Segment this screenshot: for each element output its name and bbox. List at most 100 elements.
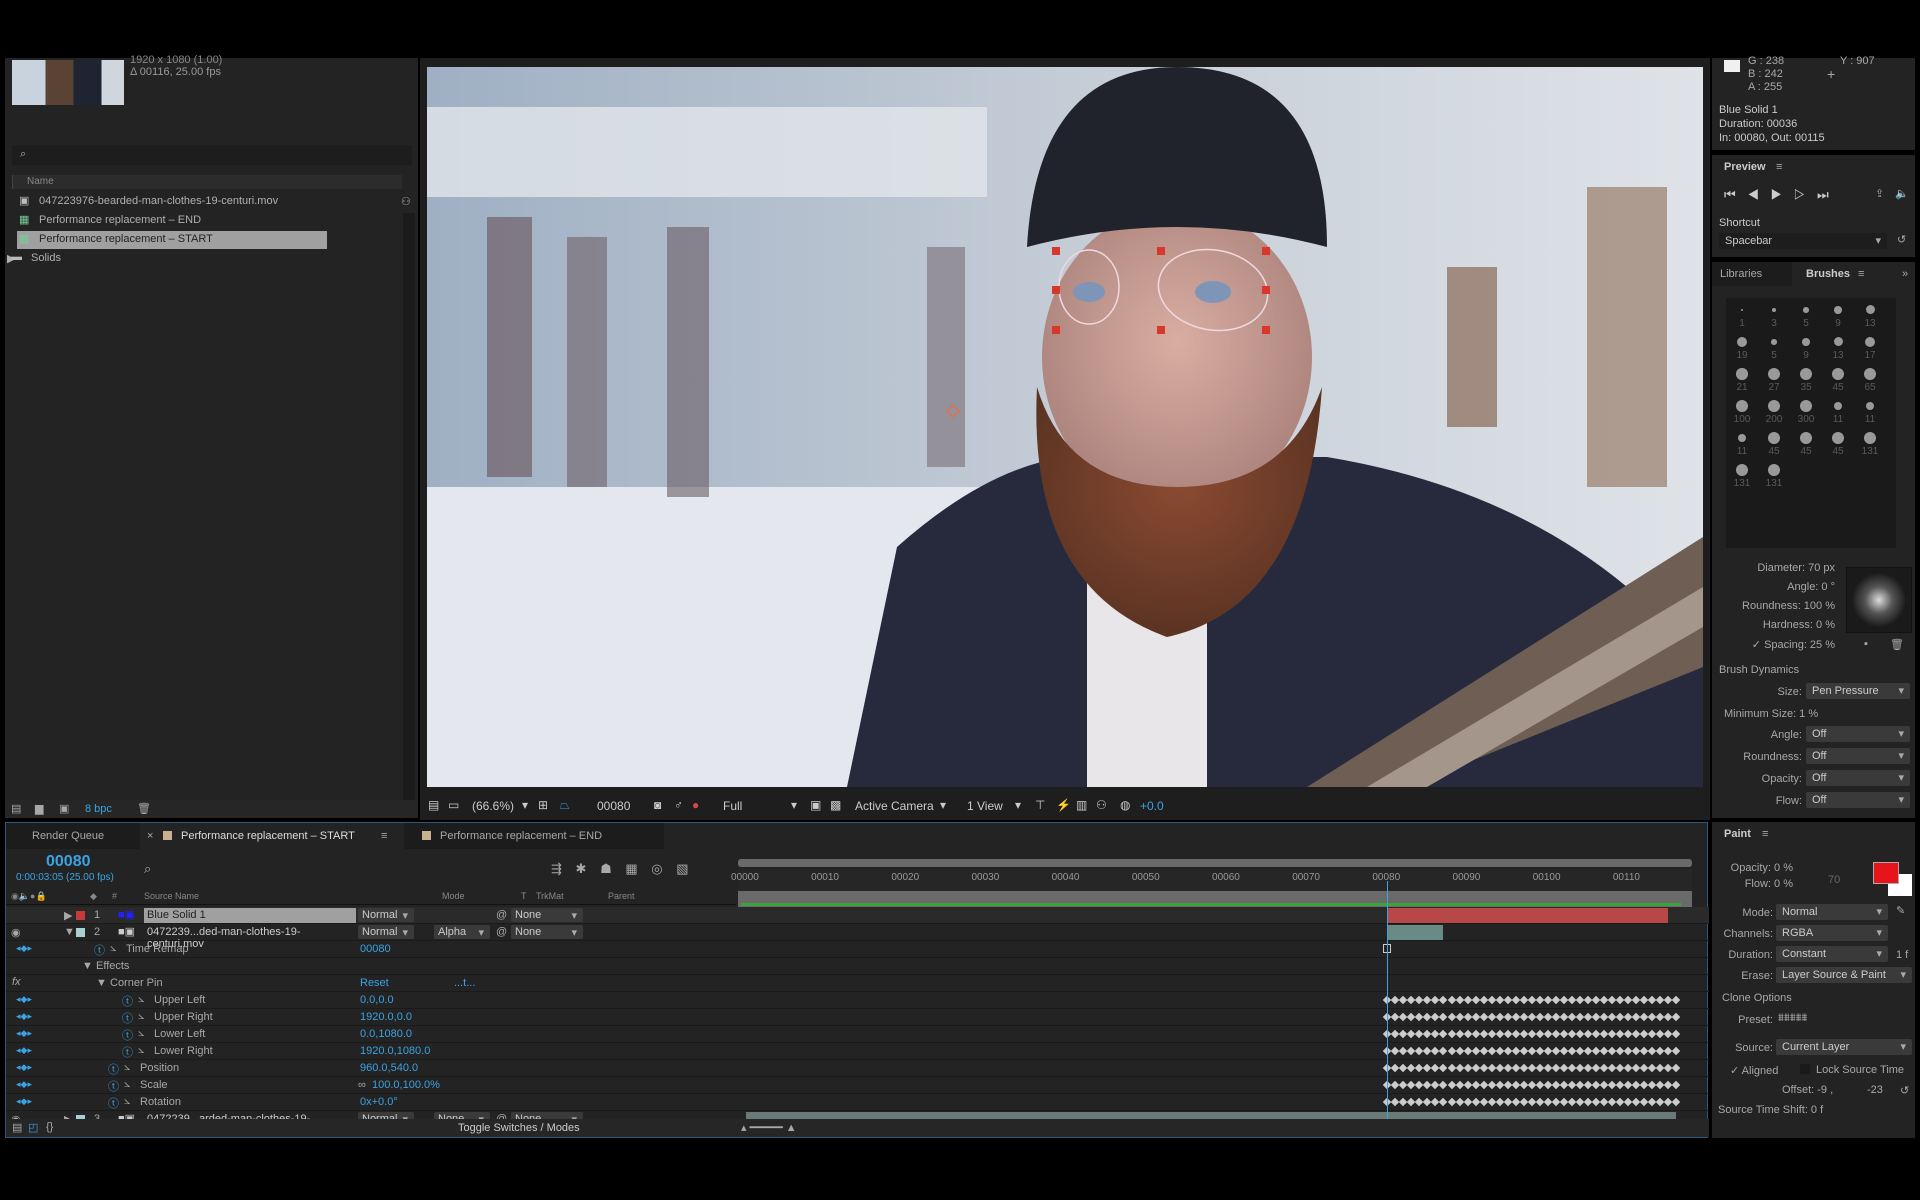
name-column-header[interactable]: Name [12, 175, 402, 189]
keyframe[interactable] [1487, 1012, 1496, 1022]
graph-icon[interactable]: ⦣ [124, 1078, 130, 1091]
keyframe[interactable] [1511, 1029, 1520, 1039]
table-row[interactable]: ◂◆▸ ⓣ ⦣ Scale ∞ 100.0,100.0% [6, 1077, 1709, 1094]
brush-preset[interactable]: 131 [1758, 460, 1790, 490]
exposure-value[interactable]: +0.0 [1140, 799, 1164, 813]
layer-name[interactable]: Blue Solid 1 [144, 908, 356, 923]
keyframe[interactable] [1495, 1063, 1504, 1073]
panel-menu-icon[interactable]: ≡ [1776, 161, 1782, 173]
keyframe[interactable] [1575, 995, 1585, 1005]
keyframe[interactable] [1455, 1029, 1464, 1039]
panel-menu-icon[interactable]: ≡ [1858, 268, 1864, 280]
keyframe[interactable] [1671, 1097, 1681, 1107]
keyframe[interactable] [1511, 1097, 1520, 1107]
keyframe[interactable] [1671, 1063, 1681, 1073]
stopwatch-icon[interactable]: ⓣ [122, 1027, 133, 1043]
property-value[interactable]: Reset [360, 977, 389, 989]
property-value[interactable]: 0x+0.0° [360, 1096, 398, 1108]
keyframe[interactable] [1583, 1063, 1593, 1073]
duration-frames[interactable]: 1 f [1896, 949, 1908, 961]
keyframe[interactable] [1479, 1012, 1488, 1022]
trash-icon[interactable]: 🗑 [137, 802, 151, 815]
keyframe[interactable] [1583, 1080, 1593, 1090]
keyframe[interactable] [1543, 995, 1552, 1005]
table-row[interactable]: ◉ ▼ 2 ■▣ 0472239...ded-man-clothes-19-ce… [6, 924, 1709, 950]
comp-mini-flowchart-icon[interactable]: ⇶ [551, 861, 562, 876]
paint-opacity[interactable]: Opacity: 0 % [1731, 862, 1793, 874]
keyframe[interactable] [1439, 1046, 1448, 1056]
keyframe[interactable] [1511, 1012, 1520, 1022]
keyframe[interactable] [1503, 1080, 1512, 1090]
time-ruler[interactable]: 00000 00010 00020 00030 00040 00050 00060 00070… [731, 869, 1692, 891]
brush-preset[interactable]: 65 [1854, 364, 1886, 394]
keyframe[interactable] [1519, 1063, 1528, 1073]
shortcut-dropdown[interactable]: Spacebar [1719, 233, 1887, 249]
hardness-value[interactable]: Hardness: 0 % [1763, 619, 1835, 631]
keyframe[interactable] [1463, 1063, 1472, 1073]
property-value[interactable]: 0.0,1080.0 [360, 1028, 412, 1040]
chevron-down-icon[interactable]: ▾ [940, 798, 946, 812]
keyframe[interactable] [1455, 1012, 1464, 1022]
next-frame-icon[interactable]: ▷ [1794, 187, 1806, 202]
brush-preset[interactable]: 9 [1790, 332, 1822, 362]
keyframe-navigator[interactable]: ◂◆▸ [16, 1045, 32, 1056]
flowchart-icon[interactable]: ⚇ [1096, 798, 1107, 812]
chevron-down-icon[interactable]: ▾ [522, 798, 528, 812]
keyframe[interactable] [1527, 1046, 1536, 1056]
graph-icon[interactable]: ⦣ [124, 1061, 130, 1074]
keyframe[interactable] [1463, 1080, 1472, 1090]
keyframe[interactable] [1439, 1080, 1448, 1090]
tab-comp-end[interactable]: Performance replacement – END [404, 823, 664, 849]
min-size-value[interactable]: Minimum Size: 1 % [1724, 708, 1818, 720]
stopwatch-icon[interactable]: ⓣ [108, 1095, 119, 1111]
tab-brushes[interactable]: Brushes ≡ [1796, 262, 1876, 286]
expand-arrow-icon[interactable]: ▼ [64, 926, 75, 938]
keyframe[interactable] [1671, 1080, 1681, 1090]
project-item[interactable]: ▦ Performance replacement – START [17, 231, 327, 249]
table-row[interactable]: ◂◆▸ ⓣ ⦣ Lower Right 1920.0,1080.0 [6, 1043, 1709, 1060]
timeline-icon[interactable]: ▥ [1076, 798, 1087, 812]
keyframe[interactable] [1551, 1029, 1560, 1039]
table-row[interactable]: ◂◆▸ ⓣ ⦣ Rotation 0x+0.0° [6, 1094, 1709, 1111]
zoom-slider[interactable]: ▴ ━━━━━ ▲ [741, 1121, 797, 1134]
brush-preset[interactable]: 131 [1726, 460, 1758, 490]
parent-dropdown[interactable]: None [511, 908, 583, 922]
keyframe[interactable] [1447, 1029, 1456, 1039]
graph-icon[interactable]: ⦣ [124, 1095, 130, 1108]
table-row[interactable]: ◂◆▸ ⓣ ⦣ Position 960.0,540.0 [6, 1060, 1709, 1077]
keyframe[interactable] [1671, 1046, 1681, 1056]
stopwatch-icon[interactable]: ⓣ [94, 942, 105, 958]
panel-menu-icon[interactable]: ≡ [381, 830, 387, 842]
keyframe[interactable] [1559, 1046, 1568, 1056]
channels-dropdown[interactable]: RGBA [1776, 925, 1888, 941]
keyframe[interactable] [1439, 995, 1448, 1005]
previous-frame-icon[interactable]: ◀ [1747, 187, 1759, 202]
brush-preset[interactable]: 131 [1854, 428, 1886, 458]
graph-icon[interactable]: ⦣ [110, 942, 116, 955]
lock-source-time-checkbox[interactable] [1800, 1064, 1810, 1074]
brush-preset[interactable]: 3 [1758, 300, 1790, 330]
export-icon[interactable]: ⇪ [1875, 187, 1884, 200]
keyframe[interactable] [1535, 1097, 1544, 1107]
keyframe[interactable] [1551, 1046, 1560, 1056]
resolution-dropdown[interactable]: Full [723, 799, 742, 813]
erase-dropdown[interactable]: Layer Source & Paint [1776, 967, 1912, 983]
keyframe[interactable] [1487, 1097, 1496, 1107]
tab-comp-start[interactable]: × Performance replacement – START ≡ [141, 823, 399, 849]
first-frame-icon[interactable]: ⏮ [1724, 187, 1736, 202]
table-row[interactable]: fx ▼ Corner Pin Reset ...t... [6, 975, 1709, 992]
shy-layers-icon[interactable]: ☗ [600, 861, 612, 876]
keyframe[interactable] [1575, 1080, 1585, 1090]
table-row[interactable]: ▼ Effects [6, 958, 1709, 975]
keyframe[interactable] [1455, 1046, 1464, 1056]
keyframe[interactable] [1471, 1080, 1480, 1090]
reset-offset-icon[interactable]: ↺ [1900, 1084, 1909, 1097]
monitor-icon[interactable]: ▭ [448, 798, 459, 812]
search-icon[interactable]: ⌕ [144, 861, 151, 877]
keyframe[interactable] [1503, 995, 1512, 1005]
stopwatch-icon[interactable]: ⓣ [122, 993, 133, 1009]
stopwatch-icon[interactable]: ⓣ [108, 1061, 119, 1077]
keyframe[interactable] [1535, 1046, 1544, 1056]
layer-mode-dropdown[interactable]: Normal [358, 925, 414, 939]
zoom-dropdown[interactable]: (66.6%) [472, 799, 514, 813]
